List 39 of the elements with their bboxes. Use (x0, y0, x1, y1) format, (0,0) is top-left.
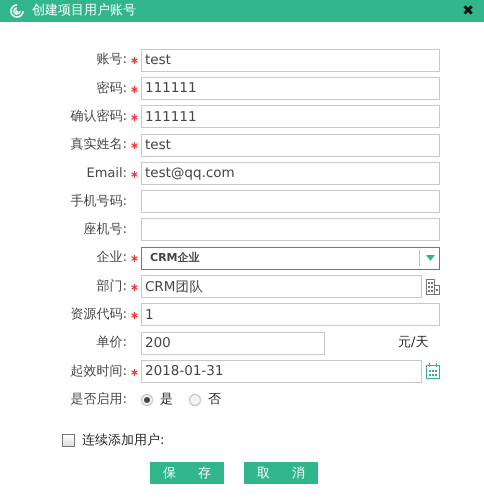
spiral-logo-icon (10, 4, 24, 18)
radio-button[interactable] (189, 394, 201, 406)
input-field[interactable]: 111111 (141, 76, 440, 100)
field-label: 企业: (96, 249, 127, 268)
input-field[interactable]: 2018-01-31 (141, 360, 422, 383)
input-field[interactable]: test@qq.com (141, 162, 440, 185)
field-label: 座机号: (82, 221, 127, 240)
field-label: 部门: (96, 278, 127, 296)
field-label: 起效时间: (70, 362, 127, 381)
field-label: 真实姓名: (70, 136, 127, 154)
field-label: Email: (86, 164, 127, 183)
company-select[interactable]: CRM企业 (141, 246, 440, 270)
window-title: 创建项目用户账号 (32, 2, 136, 20)
input-field[interactable] (141, 190, 440, 214)
dropdown-caret-icon (426, 255, 435, 262)
building-icon[interactable] (425, 278, 441, 296)
field-label: 单价: (96, 334, 127, 352)
select-value: CRM企业 (150, 250, 200, 266)
radio-button[interactable] (141, 394, 153, 406)
field-label: 账号: (96, 51, 127, 70)
field-label: 确认密码: (70, 108, 127, 126)
input-field[interactable]: 200 (141, 332, 325, 355)
input-field[interactable]: 1 (141, 303, 440, 326)
input-field[interactable]: CRM团队 (141, 275, 422, 298)
input-field[interactable]: test (141, 134, 440, 157)
input-field[interactable]: test (141, 48, 440, 72)
close-button[interactable]: ✖ (462, 4, 474, 18)
field-label: 是否启用: (70, 390, 127, 409)
radio-label: 否 (208, 390, 221, 409)
unit-label: 元/天 (398, 334, 428, 352)
radio-label: 是 (160, 390, 173, 409)
input-field[interactable]: 111111 (141, 105, 440, 128)
checkbox[interactable] (62, 434, 75, 448)
calendar-icon[interactable] (425, 362, 441, 380)
field-label: 资源代码: (70, 306, 127, 324)
input-field[interactable] (141, 218, 440, 242)
checkbox-label: 连续添加用户: (82, 432, 164, 450)
field-label: 手机号码: (70, 192, 127, 211)
field-label: 密码: (96, 80, 127, 98)
